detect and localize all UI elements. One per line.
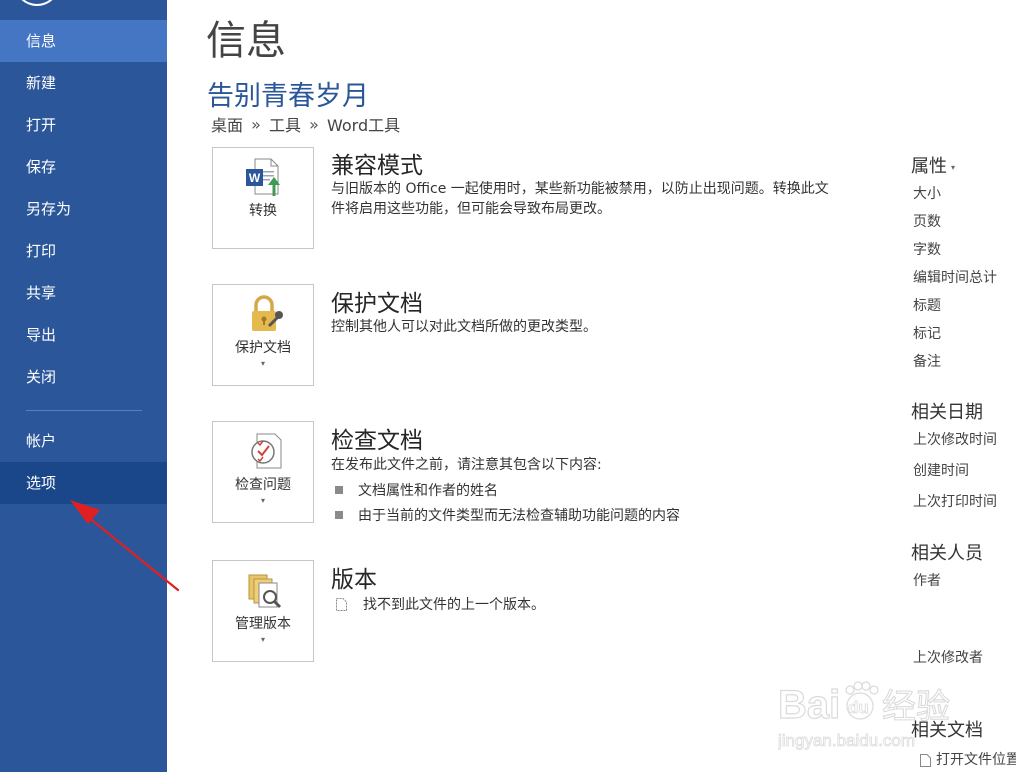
inspect-description: 在发布此文件之前，请注意其包含以下内容: [331,457,602,473]
property-label: 标记 [913,326,941,342]
baidu-watermark-logo: Bai du 经验 jingyan.baidu.com [778,681,951,750]
breadcrumb-separator: » [309,114,319,134]
manage-versions-label: 管理版本 [235,616,291,632]
property-label: 大小 [913,186,941,202]
inspect-document-icon [251,433,282,469]
backstage-sidebar: 信息 新建 打开 保存 另存为 打印 共享 导出 关闭 帐户 选项 [0,0,167,772]
svg-text:du: du [848,698,869,717]
breadcrumb-item[interactable]: 桌面 [211,116,243,135]
check-for-issues-button[interactable]: 检查问题 ▾ [212,421,314,523]
svg-text:W: W [249,171,261,185]
nav-divider [26,410,142,411]
document-title: 告别青春岁月 [207,81,369,112]
nav-share[interactable]: 共享 [0,272,167,314]
nav-account[interactable]: 帐户 [0,420,167,462]
breadcrumb-separator: » [251,114,261,134]
svg-text:jingyan.baidu.com: jingyan.baidu.com [778,731,915,750]
property-label: 备注 [913,354,941,370]
properties-heading[interactable]: 属性 ▾ [911,152,955,178]
date-label: 上次打印时间 [913,494,997,510]
svg-text:Bai: Bai [778,683,840,727]
nav-print[interactable]: 打印 [0,230,167,272]
nav-save[interactable]: 保存 [0,146,167,188]
breadcrumb: 桌面 » 工具 » Word工具 [211,112,400,136]
versions-heading: 版本 [331,567,377,593]
nav-export[interactable]: 导出 [0,314,167,356]
dropdown-caret-icon: ▾ [951,162,956,172]
document-icon [920,753,931,767]
protect-description: 控制其他人可以对此文档所做的更改类型。 [331,319,597,335]
author-label: 作者 [913,573,941,589]
nav-close[interactable]: 关闭 [0,356,167,398]
manage-versions-button[interactable]: 管理版本 ▾ [212,560,314,662]
breadcrumb-item[interactable]: 工具 [269,116,301,135]
date-label: 创建时间 [913,463,969,479]
nav-open[interactable]: 打开 [0,104,167,146]
nav-info[interactable]: 信息 [0,20,167,62]
svg-text:经验: 经验 [882,687,950,727]
compatibility-description: 与旧版本的 Office 一起使用时，某些新功能被禁用，以防止出现问题。转换此文… [331,181,829,217]
annotation-arrow [70,500,180,592]
related-dates-heading: 相关日期 [911,402,983,423]
versions-icon [248,574,282,609]
property-label: 页数 [913,214,941,230]
compatibility-heading: 兼容模式 [331,153,423,179]
word-convert-icon: W [246,158,280,196]
lock-icon [252,295,283,331]
nav-save-as[interactable]: 另存为 [0,188,167,230]
inspect-item: 文档属性和作者的姓名 [335,480,498,500]
property-label: 字数 [913,242,941,258]
bullet-icon [335,511,343,519]
convert-label: 转换 [249,203,277,219]
protect-heading: 保护文档 [331,291,423,317]
inspect-item: 由于当前的文件类型而无法检查辅助功能问题的内容 [335,505,680,525]
back-button[interactable] [14,0,60,6]
page-title: 信息 [206,18,286,64]
dropdown-caret-icon: ▾ [260,359,265,368]
inspect-heading: 检查文档 [331,428,423,454]
versions-message: 找不到此文件的上一个版本。 [335,594,545,614]
document-icon [336,597,347,611]
related-people-heading: 相关人员 [911,543,983,564]
protect-document-button[interactable]: 保护文档 ▾ [212,284,314,386]
dropdown-caret-icon: ▾ [260,496,265,505]
bullet-icon [335,486,343,494]
property-label: 编辑时间总计 [913,270,997,286]
dropdown-caret-icon: ▾ [260,635,265,644]
date-label: 上次修改时间 [913,432,997,448]
property-label: 标题 [913,298,941,314]
last-modified-by-label: 上次修改者 [913,650,983,666]
breadcrumb-item[interactable]: Word工具 [327,116,400,135]
protect-document-label: 保护文档 [235,340,291,356]
check-for-issues-label: 检查问题 [235,477,291,493]
nav-new[interactable]: 新建 [0,62,167,104]
convert-button[interactable]: W 转换 [212,147,314,249]
